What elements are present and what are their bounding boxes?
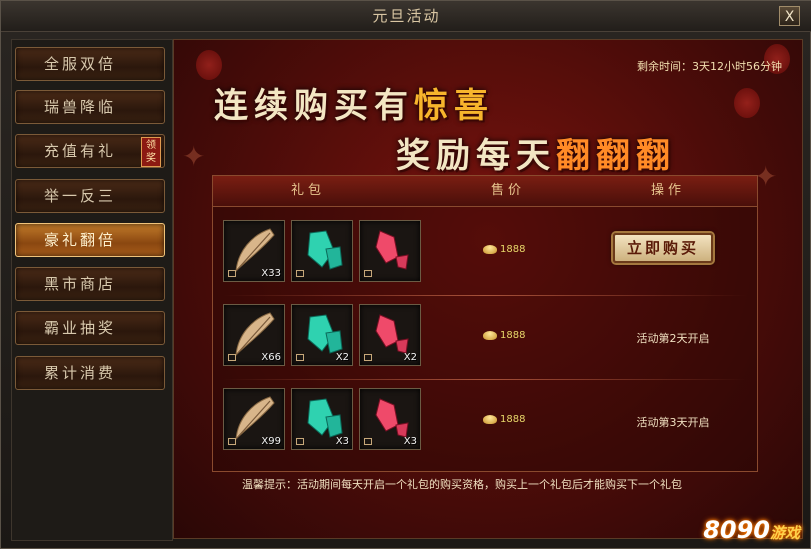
sidebar-item-cumulative-spend[interactable]: 累计消费 — [15, 356, 165, 390]
site-watermark: 8090游戏 — [703, 516, 800, 544]
gift-pack-table: 礼包 售价 操作 X33 1888 立即购买 X66 X2 X2 1888 活动… — [212, 175, 758, 472]
remaining-time: 剩余时间：3天12小时56分钟 — [637, 60, 782, 73]
feather-icon[interactable]: X66 — [223, 304, 285, 366]
table-header: 礼包 售价 操作 — [213, 176, 757, 207]
lantern-icon — [196, 50, 222, 80]
price-label: 1888 — [483, 414, 525, 425]
claim-reward-badge[interactable]: 领奖 — [141, 137, 161, 167]
header-gift-pack: 礼包 — [290, 183, 325, 198]
sidebar-item-label: 全服双倍 — [43, 55, 116, 73]
sidebar-item-label: 瑞兽降临 — [43, 98, 116, 116]
watermark-number: 8090 — [703, 516, 770, 544]
header-action: 操作 — [650, 183, 685, 198]
item-count: X3 — [403, 436, 417, 447]
red-crystal-icon[interactable]: X2 — [359, 304, 421, 366]
price-label: 1888 — [483, 244, 525, 255]
sidebar-item-one-for-three[interactable]: 举一反三 — [15, 179, 165, 213]
red-crystal-icon[interactable]: X3 — [359, 388, 421, 450]
watermark-text: 游戏 — [769, 524, 800, 542]
title-bar: 元旦活动 X — [1, 1, 811, 32]
price-value: 1888 — [500, 414, 526, 425]
gold-ingot-icon — [483, 330, 497, 340]
slogan-line-2: 奖励每天翻翻翻 — [396, 128, 676, 177]
sidebar-item-label: 累计消费 — [43, 364, 116, 382]
slogan-line-1-highlight: 惊喜 — [414, 86, 494, 126]
lock-icon — [228, 354, 236, 361]
lock-icon — [296, 354, 304, 361]
slogan-line-2-text: 奖励每天 — [396, 136, 556, 176]
sidebar-item-server-double[interactable]: 全服双倍 — [15, 47, 165, 81]
sidebar-item-label: 举一反三 — [43, 187, 116, 205]
tip-text: 温馨提示：活动期间每天开启一个礼包的购买资格，购买上一个礼包后才能购买下一个礼包 — [242, 478, 682, 491]
lock-icon — [228, 438, 236, 445]
sidebar-item-gift-double[interactable]: 豪礼翻倍 — [15, 223, 165, 257]
item-count: X2 — [335, 352, 349, 363]
sidebar-item-recharge-gift[interactable]: 充值有礼 领奖 — [15, 134, 165, 168]
sidebar-item-auspicious-beast[interactable]: 瑞兽降临 — [15, 90, 165, 124]
star-icon: ✦ — [182, 140, 206, 173]
item-count: X99 — [261, 436, 281, 447]
sidebar-item-label: 黑市商店 — [43, 275, 116, 293]
window-title: 元旦活动 — [372, 7, 441, 25]
slogan-line-1-text: 连续购买有 — [214, 86, 414, 126]
buy-now-button[interactable]: 立即购买 — [613, 233, 713, 263]
unlock-status: 活动第2天开启 — [636, 332, 710, 345]
lock-icon — [364, 354, 372, 361]
green-crystal-icon[interactable]: X3 — [291, 388, 353, 450]
sidebar-item-black-market[interactable]: 黑市商店 — [15, 267, 165, 301]
activity-panel: ✦ ✦ 剩余时间：3天12小时56分钟 连续购买有惊喜 奖励每天翻翻翻 礼包 售… — [173, 39, 803, 539]
lock-icon — [296, 438, 304, 445]
sidebar-item-label: 霸业抽奖 — [43, 319, 116, 337]
feather-icon[interactable]: X33 — [223, 220, 285, 282]
price-label: 1888 — [483, 330, 525, 341]
green-crystal-icon[interactable]: X2 — [291, 304, 353, 366]
lock-icon — [364, 438, 372, 445]
lantern-icon — [734, 88, 760, 118]
header-price: 售价 — [490, 183, 525, 198]
slogan-line-2-highlight: 翻翻翻 — [556, 136, 676, 176]
lock-icon — [364, 270, 372, 277]
lock-icon — [228, 270, 236, 277]
item-count: X66 — [261, 352, 281, 363]
unlock-status: 活动第3天开启 — [636, 416, 710, 429]
item-count: X3 — [335, 436, 349, 447]
green-crystal-icon[interactable] — [291, 220, 353, 282]
sidebar-item-label: 充值有礼 — [43, 142, 116, 160]
price-value: 1888 — [500, 244, 526, 255]
red-crystal-icon[interactable] — [359, 220, 421, 282]
close-button[interactable]: X — [779, 6, 800, 26]
activity-window: 元旦活动 X 全服双倍 瑞兽降临 充值有礼 领奖 举一反三 豪礼翻倍 黑市商店 … — [0, 0, 811, 549]
item-count: X33 — [261, 268, 281, 279]
feather-icon[interactable]: X99 — [223, 388, 285, 450]
table-row: X66 X2 X2 1888 活动第2天开启 — [213, 296, 757, 378]
gold-ingot-icon — [483, 244, 497, 254]
item-count: X2 — [403, 352, 417, 363]
sidebar-item-hegemony-lottery[interactable]: 霸业抽奖 — [15, 311, 165, 345]
price-value: 1888 — [500, 330, 526, 341]
lock-icon — [296, 270, 304, 277]
table-row: X33 1888 立即购买 — [213, 212, 757, 294]
sidebar-item-label: 豪礼翻倍 — [43, 231, 116, 249]
table-row: X99 X3 X3 1888 活动第3天开启 — [213, 380, 757, 462]
slogan-line-1: 连续购买有惊喜 — [214, 78, 494, 127]
gold-ingot-icon — [483, 414, 497, 424]
